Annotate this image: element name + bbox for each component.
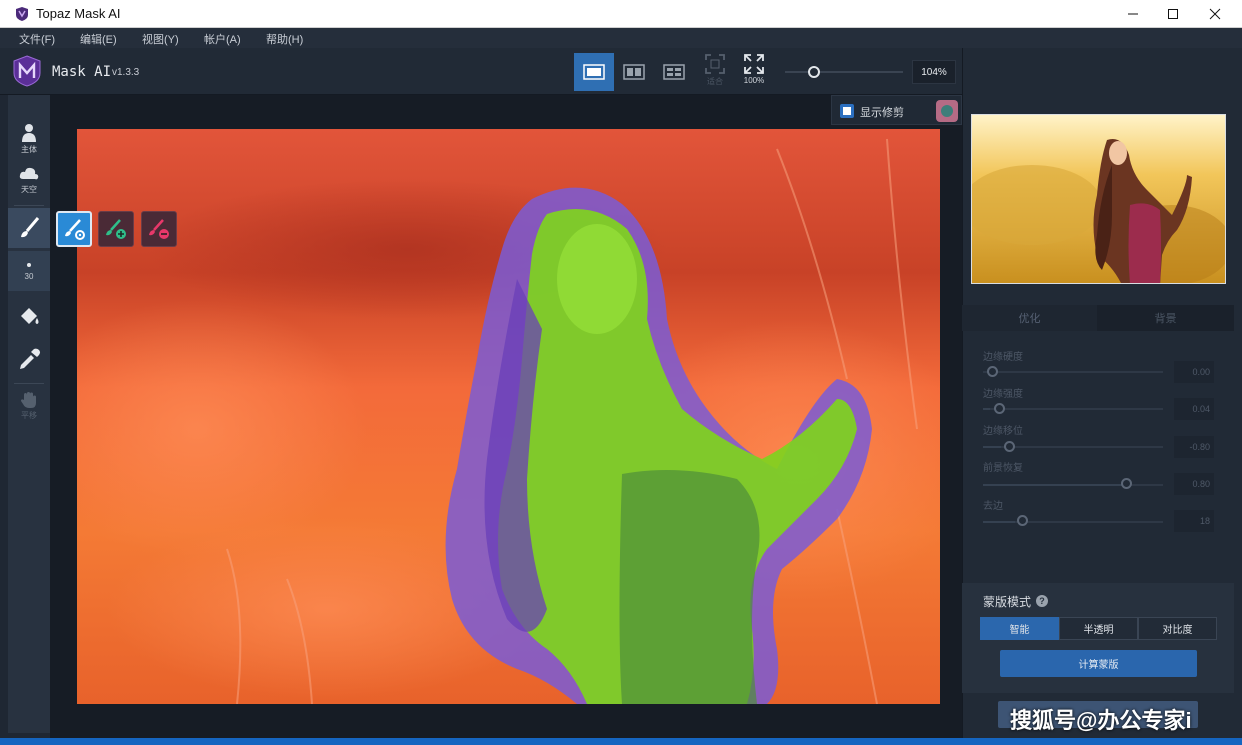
tab-optimize[interactable]: 优化 xyxy=(962,305,1097,331)
mask-mode-title: 蒙版模式 xyxy=(983,595,1032,609)
eyedropper-tool[interactable] xyxy=(8,343,50,377)
preview-image xyxy=(972,115,1225,283)
menu-help[interactable]: 帮助(H) xyxy=(266,31,303,47)
app-name: Mask AI xyxy=(52,64,112,80)
menu-file[interactable]: 文件(F) xyxy=(19,31,55,47)
edge-shift-label: 边缘移位 xyxy=(983,426,1023,437)
brush-minus-icon xyxy=(149,219,169,239)
mask-mode-translucent[interactable]: 半透明 xyxy=(1059,617,1138,640)
zoom-100-button[interactable]: 100% xyxy=(738,53,770,89)
foreground-recovery-track[interactable] xyxy=(983,484,1163,486)
brush-icon xyxy=(21,217,40,238)
brush-keep-button[interactable] xyxy=(98,211,134,247)
close-button[interactable] xyxy=(1192,0,1238,28)
masked-photo xyxy=(77,129,940,704)
brush-size-dot-icon xyxy=(27,262,31,267)
panel-tabs: 优化 背景 xyxy=(962,305,1234,331)
display-crop-toggle[interactable]: 显示修剪 xyxy=(831,95,962,125)
menu-bar: 文件(F) 编辑(E) 视图(Y) 帐户(A) 帮助(H) xyxy=(0,28,1242,48)
split-view-icon xyxy=(623,64,645,80)
edge-strength-thumb[interactable] xyxy=(993,403,1005,414)
display-crop-label: 显示修剪 xyxy=(860,107,904,119)
mask-canvas[interactable] xyxy=(77,129,940,704)
zoom-100-label: 100% xyxy=(743,76,765,85)
edge-hardness-track[interactable] xyxy=(983,371,1163,373)
tool-divider xyxy=(14,205,44,206)
compute-mask-button[interactable]: 计算蒙版 xyxy=(1000,650,1197,677)
tool-divider xyxy=(14,383,44,384)
brush-remove-button[interactable] xyxy=(141,211,177,247)
mask-ai-logo-icon xyxy=(13,55,41,87)
menu-edit[interactable]: 编辑(E) xyxy=(80,31,117,47)
fit-button[interactable]: 适合 xyxy=(699,53,731,89)
help-icon[interactable]: ? xyxy=(1036,595,1048,607)
close-icon xyxy=(1209,8,1221,20)
single-view-icon xyxy=(583,64,605,80)
zoom-value-field[interactable]: 104% xyxy=(912,60,956,84)
single-view-button[interactable] xyxy=(574,53,614,91)
sky-tool[interactable]: 天空 xyxy=(8,165,50,197)
pan-label: 平移 xyxy=(21,411,37,420)
side-by-side-view-icon xyxy=(663,64,685,80)
eyedropper-icon xyxy=(20,348,40,369)
edge-shift-value[interactable]: -0.80 xyxy=(1174,436,1214,458)
edge-hardness-label: 边缘硬度 xyxy=(983,352,1023,363)
title-bar: Topaz Mask AI xyxy=(0,0,1242,28)
foreground-recovery-label: 前景恢复 xyxy=(983,463,1023,474)
hand-icon xyxy=(21,392,36,408)
display-crop-checkbox[interactable] xyxy=(840,104,854,118)
defringe-track[interactable] xyxy=(983,521,1163,523)
tab-background[interactable]: 背景 xyxy=(1097,305,1234,331)
fit-screen-icon xyxy=(705,54,725,74)
edge-hardness-value[interactable]: 0.00 xyxy=(1174,361,1214,383)
brush-tool[interactable] xyxy=(8,208,50,248)
app-version: v1.3.3 xyxy=(112,67,140,78)
sky-label: 天空 xyxy=(21,185,37,194)
defringe-value[interactable]: 18 xyxy=(1174,510,1214,532)
maximize-icon xyxy=(1168,9,1178,19)
fill-tool[interactable] xyxy=(8,300,50,334)
brush-size-value: 30 xyxy=(24,271,34,281)
taskbar-strip xyxy=(0,738,1242,745)
mask-mode-smart[interactable]: 智能 xyxy=(980,617,1059,640)
subject-person-icon xyxy=(22,124,36,142)
minimize-icon xyxy=(1128,13,1138,15)
edge-hardness-thumb[interactable] xyxy=(987,366,998,377)
edge-strength-label: 边缘强度 xyxy=(983,389,1023,400)
watermark-text: 搜狐号@办公专家i xyxy=(1010,708,1192,733)
expand-icon xyxy=(744,54,764,74)
app-window: Topaz Mask AI 文件(F) 编辑(E) 视图(Y) 帐户(A) 帮助… xyxy=(0,0,1242,745)
brush-refine-button[interactable] xyxy=(56,211,92,247)
brush-add-icon xyxy=(106,219,126,239)
window-title: Topaz Mask AI xyxy=(36,6,121,21)
brush-settings-icon xyxy=(65,219,85,240)
mask-mode-contrast[interactable]: 对比度 xyxy=(1138,617,1217,640)
pan-tool[interactable]: 平移 xyxy=(8,391,50,423)
fit-label: 适合 xyxy=(707,77,723,86)
subject-tool[interactable]: 主体 xyxy=(8,123,50,155)
edge-shift-thumb[interactable] xyxy=(1003,441,1015,452)
menu-view[interactable]: 视图(Y) xyxy=(142,31,179,47)
tool-panel: 主体 天空 30 平移 xyxy=(8,95,50,733)
split-view-button[interactable] xyxy=(614,53,654,91)
subject-label: 主体 xyxy=(21,145,37,154)
overlay-color-swatch[interactable] xyxy=(936,100,958,122)
foreground-recovery-value[interactable]: 0.80 xyxy=(1174,473,1214,495)
sky-cloud-icon xyxy=(19,167,39,180)
brush-size-control[interactable]: 30 xyxy=(8,251,50,291)
defringe-label: 去边 xyxy=(983,501,1003,512)
paint-bucket-icon xyxy=(21,308,39,324)
edge-strength-track[interactable] xyxy=(983,408,1163,410)
side-by-side-view-button[interactable] xyxy=(654,53,694,91)
zoom-slider-track[interactable] xyxy=(785,71,903,73)
maximize-button[interactable] xyxy=(1150,0,1196,28)
preview-thumbnail[interactable] xyxy=(971,114,1226,284)
edge-strength-value[interactable]: 0.04 xyxy=(1174,398,1214,420)
app-logo-icon xyxy=(16,7,28,21)
menu-account[interactable]: 帐户(A) xyxy=(204,31,241,47)
zoom-slider-thumb[interactable] xyxy=(808,66,820,78)
